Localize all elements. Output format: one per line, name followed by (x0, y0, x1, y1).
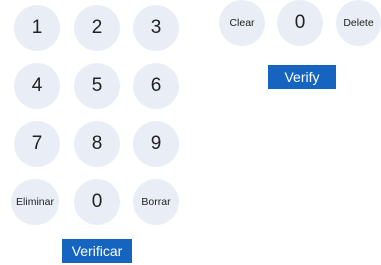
key-9[interactable]: 9 (133, 121, 179, 167)
key-2[interactable]: 2 (74, 5, 120, 51)
verify-button[interactable]: Verify (268, 65, 336, 89)
key-1[interactable]: 1 (14, 5, 60, 51)
clear-button[interactable]: Clear (219, 0, 265, 46)
key-0[interactable]: 0 (277, 0, 323, 46)
borrar-button[interactable]: Borrar (133, 179, 179, 225)
key-0[interactable]: 0 (74, 179, 120, 225)
key-3[interactable]: 3 (133, 5, 179, 51)
eliminar-button[interactable]: Eliminar (11, 179, 59, 225)
keypad-spanish: 1 2 3 4 5 6 7 8 9 Eliminar 0 Borrar Veri… (0, 0, 190, 265)
delete-button[interactable]: Delete (336, 0, 381, 46)
key-4[interactable]: 4 (14, 63, 60, 109)
key-7[interactable]: 7 (14, 121, 60, 167)
verificar-button[interactable]: Verificar (62, 239, 132, 263)
key-5[interactable]: 5 (74, 63, 120, 109)
key-6[interactable]: 6 (133, 63, 179, 109)
key-8[interactable]: 8 (74, 121, 120, 167)
keypad-english: Clear 0 Delete Verify (215, 0, 381, 100)
